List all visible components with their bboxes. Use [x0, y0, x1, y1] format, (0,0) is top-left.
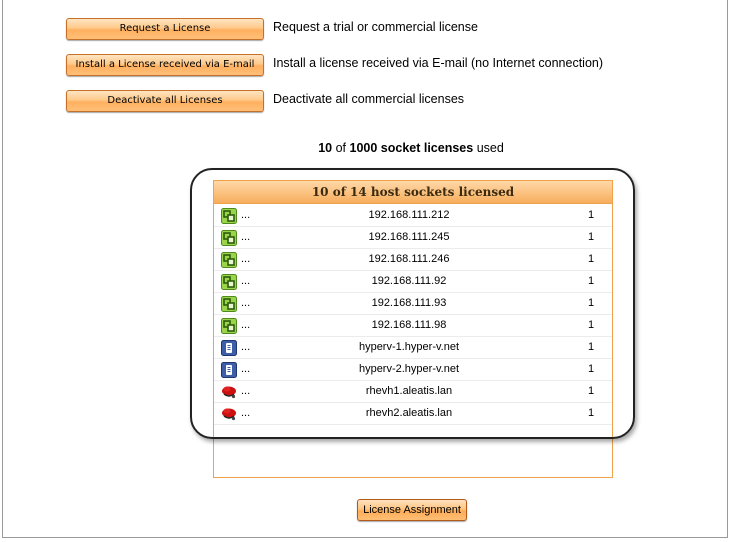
socket-count: 1: [587, 297, 595, 309]
host-panel-header: 10 of 14 host sockets licensed: [213, 180, 613, 204]
socket-count: 1: [587, 275, 595, 287]
expand-ellipsis[interactable]: ...: [241, 209, 250, 221]
vmware-host-icon: [221, 296, 237, 312]
vmware-host-icon: [221, 230, 237, 246]
licenses-used-count: 10: [318, 141, 333, 155]
summary-suffix: used: [476, 141, 504, 155]
host-row: ... hyperv-2.hyper-v.net 1: [214, 359, 612, 381]
host-row: ... 192.168.111.98 1: [214, 315, 612, 337]
host-address: hyperv-2.hyper-v.net: [358, 363, 460, 375]
vmware-host-icon: [221, 274, 237, 290]
summary-of-word: of: [335, 141, 347, 155]
host-row: ... 192.168.111.212 1: [214, 205, 612, 227]
socket-count: 1: [587, 209, 595, 221]
host-list: ... 192.168.111.212 1... 192.168.111.245 1..…: [214, 205, 612, 425]
expand-ellipsis[interactable]: ...: [241, 385, 250, 397]
socket-count: 1: [587, 363, 595, 375]
redhat-host-icon: [221, 406, 237, 422]
host-address: rhevh1.aleatis.lan: [365, 385, 453, 397]
socket-count: 1: [587, 385, 595, 397]
install-license-email-button[interactable]: Install a License received via E-mail: [66, 54, 264, 76]
request-license-description: Request a trial or commercial license: [273, 20, 478, 34]
host-address: rhevh2.aleatis.lan: [365, 407, 453, 419]
host-row: ... hyperv-1.hyper-v.net 1: [214, 337, 612, 359]
host-address: 192.168.111.98: [371, 319, 447, 331]
socket-count: 1: [587, 253, 595, 265]
expand-ellipsis[interactable]: ...: [241, 407, 250, 419]
license-usage-summary: 10 of 1000 socket licenses used: [0, 141, 731, 155]
host-row: ... 192.168.111.92 1: [214, 271, 612, 293]
hyperv-host-icon: [221, 340, 237, 356]
expand-ellipsis[interactable]: ...: [241, 297, 250, 309]
expand-ellipsis[interactable]: ...: [241, 363, 250, 375]
host-address: 192.168.111.93: [371, 297, 447, 309]
host-address: 192.168.111.245: [368, 231, 450, 243]
vmware-host-icon: [221, 252, 237, 268]
host-row: ... 192.168.111.246 1: [214, 249, 612, 271]
expand-ellipsis[interactable]: ...: [241, 319, 250, 331]
deactivate-licenses-description: Deactivate all commercial licenses: [273, 92, 465, 106]
expand-ellipsis[interactable]: ...: [241, 231, 250, 243]
socket-count: 1: [587, 231, 595, 243]
socket-count: 1: [587, 319, 595, 331]
host-row: ... rhevh1.aleatis.lan 1: [214, 381, 612, 403]
license-assignment-button[interactable]: License Assignment: [357, 499, 467, 521]
deactivate-licenses-button[interactable]: Deactivate all Licenses: [66, 90, 264, 112]
host-row: ... 192.168.111.245 1: [214, 227, 612, 249]
host-address: hyperv-1.hyper-v.net: [358, 341, 460, 353]
expand-ellipsis[interactable]: ...: [241, 341, 250, 353]
install-license-email-description: Install a license received via E-mail (n…: [273, 56, 604, 70]
request-license-button[interactable]: Request a License: [66, 18, 264, 40]
host-address: 192.168.111.212: [368, 209, 450, 221]
host-row: ... 192.168.111.93 1: [214, 293, 612, 315]
host-address: 192.168.111.92: [371, 275, 447, 287]
host-row: ... rhevh2.aleatis.lan 1: [214, 403, 612, 425]
redhat-host-icon: [221, 384, 237, 400]
expand-ellipsis[interactable]: ...: [241, 275, 250, 287]
hyperv-host-icon: [221, 362, 237, 378]
socket-count: 1: [587, 341, 595, 353]
host-address: 192.168.111.246: [368, 253, 450, 265]
vmware-host-icon: [221, 208, 237, 224]
vmware-host-icon: [221, 318, 237, 334]
expand-ellipsis[interactable]: ...: [241, 253, 250, 265]
licenses-total: 1000 socket licenses: [349, 141, 474, 155]
socket-count: 1: [587, 407, 595, 419]
